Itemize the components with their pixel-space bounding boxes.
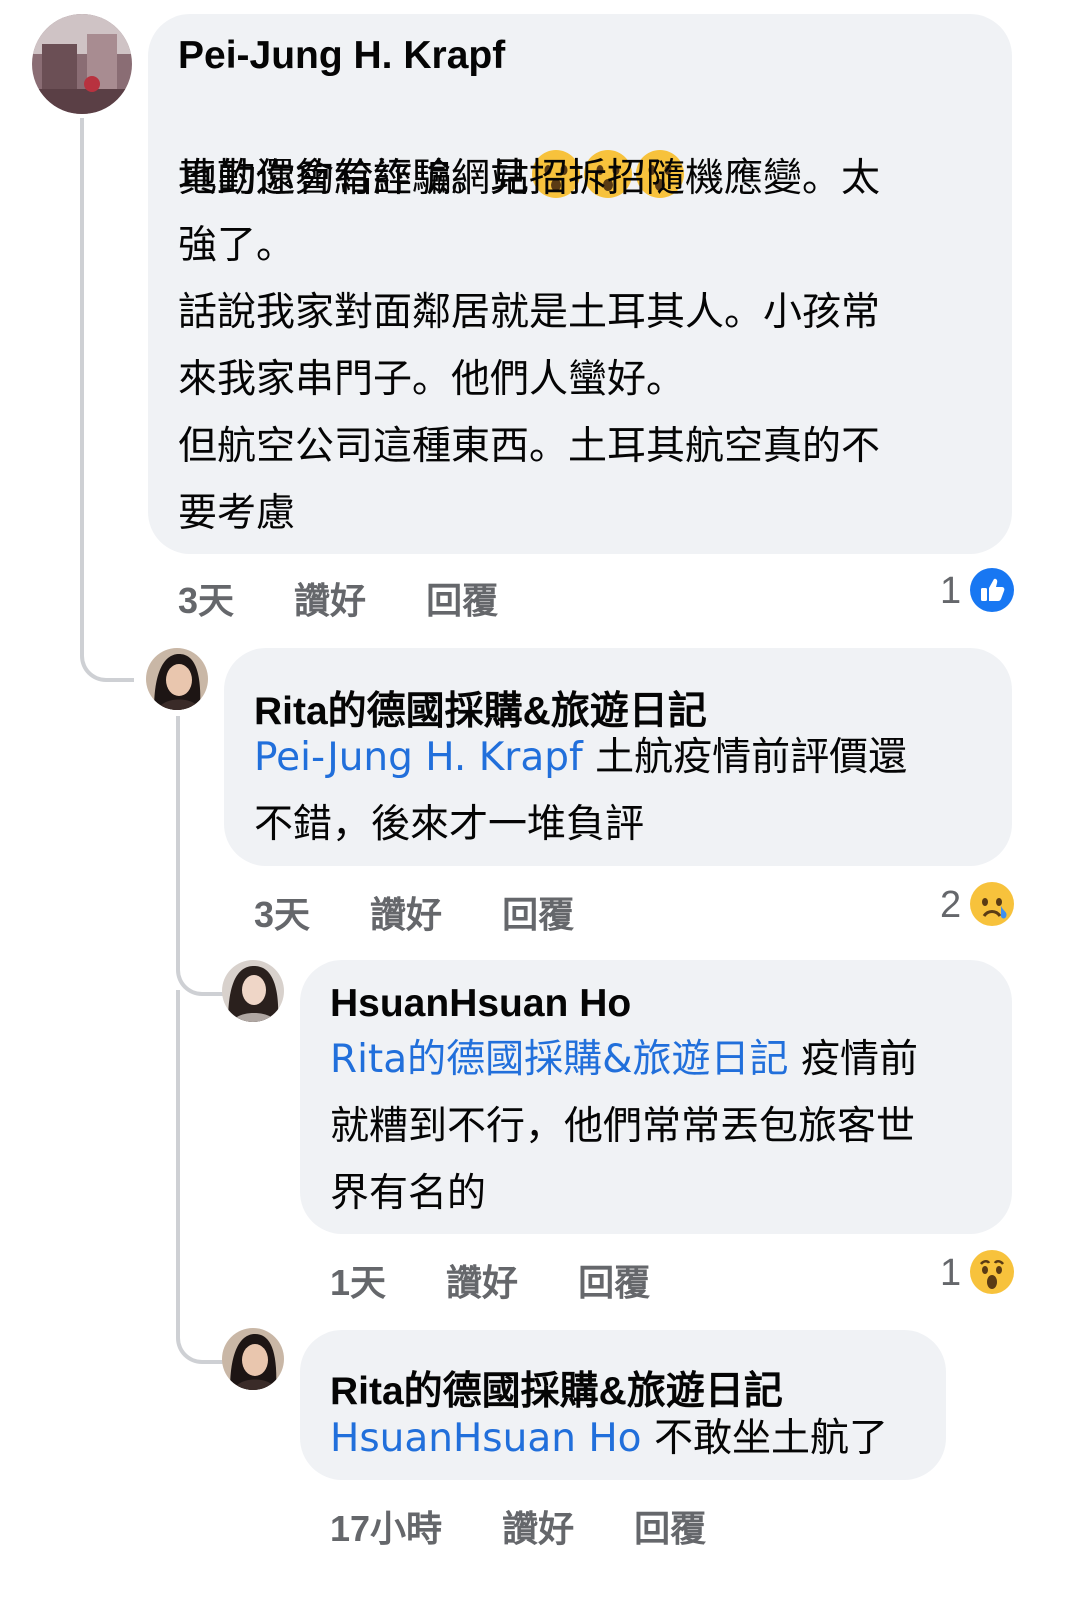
thread-line [80, 118, 134, 682]
comment-author[interactable]: HsuanHsuan Ho [330, 982, 631, 1026]
reply-button[interactable]: 回覆 [502, 886, 574, 938]
comment-text: HsuanHsuan Ho 不敢坐土航了 [330, 1405, 940, 1472]
timestamp[interactable]: 3天 [178, 572, 234, 624]
comment-actions: 1天 讚好 回覆 [330, 1254, 650, 1306]
timestamp[interactable]: 17小時 [330, 1500, 442, 1552]
reaction-count[interactable]: 1 [940, 1252, 961, 1295]
reaction-count[interactable]: 2 [940, 884, 961, 927]
like-icon[interactable] [970, 568, 1014, 612]
reply-button[interactable]: 回覆 [426, 572, 498, 624]
reply-button[interactable]: 回覆 [578, 1254, 650, 1306]
avatar[interactable] [32, 14, 132, 114]
comment-text: Rita的德國採購&旅遊日記 疫情前 就糟到不行，他們常常丟包旅客世 界有名的 [330, 1026, 1000, 1227]
comment-body: 真的你夠有經驗。見招拆招隨機應變。太 強了。 話說我家對面鄰居就是土耳其人。小孩… [178, 156, 881, 536]
mention-link[interactable]: Rita的德國採購&旅遊日記 [330, 1037, 789, 1082]
comment-actions: 3天 讚好 回覆 [178, 572, 498, 624]
like-button[interactable]: 讚好 [502, 1500, 574, 1552]
avatar[interactable] [222, 1328, 284, 1390]
timestamp[interactable]: 1天 [330, 1254, 386, 1306]
reply-button[interactable]: 回覆 [634, 1500, 706, 1552]
mention-link[interactable]: HsuanHsuan Ho [330, 1416, 642, 1461]
comment-actions: 3天 讚好 回覆 [254, 886, 574, 938]
comment-author[interactable]: Pei-Jung H. Krapf [178, 34, 505, 78]
like-button[interactable]: 讚好 [370, 886, 442, 938]
mention-link[interactable]: Pei-Jung H. Krapf [254, 735, 583, 780]
timestamp[interactable]: 3天 [254, 886, 310, 938]
like-button[interactable]: 讚好 [446, 1254, 518, 1306]
comment-actions: 17小時 讚好 回覆 [330, 1500, 706, 1552]
like-button[interactable]: 讚好 [294, 572, 366, 624]
thread-line [176, 990, 224, 1364]
comment-body: 不敢坐土航了 [641, 1416, 888, 1461]
thread-line [176, 716, 180, 966]
reaction-count[interactable]: 1 [940, 570, 961, 613]
comment-text: Pei-Jung H. Krapf 土航疫情前評價還 不錯，後來才一堆負評 [254, 724, 994, 858]
avatar[interactable] [146, 648, 208, 710]
wow-icon[interactable] [970, 1250, 1014, 1294]
sad-icon[interactable] [970, 882, 1014, 926]
avatar[interactable] [222, 960, 284, 1022]
